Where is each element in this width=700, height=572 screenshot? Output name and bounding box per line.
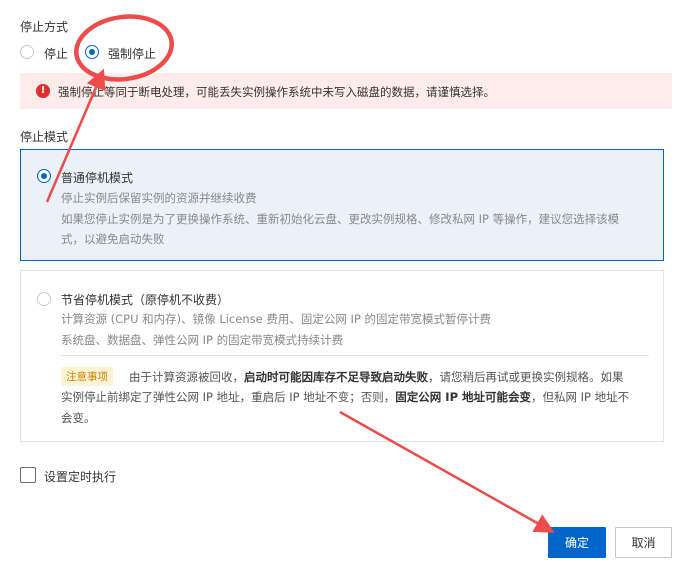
cancel-button[interactable]: 取消 [615, 527, 672, 558]
radio-normal-mode[interactable] [37, 169, 51, 183]
notice-badge: 注意事项 [61, 367, 113, 386]
radio-economy-mode[interactable] [37, 292, 51, 306]
error-icon: ! [36, 84, 50, 98]
normal-mode-advice-line1: 如果您停止实例是为了更换操作系统、重新初始化云盘、更改实例规格、修改私网 IP … [61, 212, 620, 226]
radio-force-stop[interactable] [85, 45, 99, 59]
card-divider [61, 355, 649, 356]
normal-mode-title: 普通停机模式 [61, 171, 134, 185]
confirm-button[interactable]: 确定 [548, 527, 606, 558]
economy-mode-desc-line1: 计算资源 (CPU 和内存)、镜像 License 费用、固定公网 IP 的固定… [61, 312, 491, 326]
radio-stop-label[interactable]: 停止 [44, 45, 68, 62]
notice-line2: 实例停止前绑定了弹性公网 IP 地址，重启后 IP 地址不变；否则，固定公网 I… [61, 390, 630, 404]
economy-stop-mode-card[interactable]: 节省停机模式（原停机不收费） 计算资源 (CPU 和内存)、镜像 License… [20, 270, 664, 442]
notice-line1: 由于计算资源被回收，启动时可能因库存不足导致启动失败，请您稍后再试或更换实例规格… [129, 370, 624, 384]
radio-stop[interactable] [20, 45, 34, 59]
force-stop-warning: ! 强制停止等同于断电处理，可能丢失实例操作系统中未写入磁盘的数据，请谨慎选择。 [20, 73, 672, 109]
schedule-label[interactable]: 设置定时执行 [44, 468, 116, 485]
warning-text: 强制停止等同于断电处理，可能丢失实例操作系统中未写入磁盘的数据，请谨慎选择。 [58, 85, 495, 99]
normal-stop-mode-card[interactable]: 普通停机模式 停止实例后保留实例的资源并继续收费 如果您停止实例是为了更换操作系… [20, 149, 664, 261]
stop-mode-label: 停止模式 [20, 130, 69, 144]
radio-force-stop-label[interactable]: 强制停止 [108, 45, 156, 62]
economy-mode-desc-line2: 系统盘、数据盘、弹性公网 IP 的固定带宽模式持续计费 [61, 333, 344, 347]
notice-line3: 会变。 [61, 411, 96, 425]
schedule-checkbox[interactable] [20, 467, 36, 483]
economy-mode-title: 节省停机模式（原停机不收费） [61, 293, 230, 307]
normal-mode-desc: 停止实例后保留实例的资源并继续收费 [61, 191, 257, 205]
stop-method-label: 停止方式 [20, 20, 69, 34]
normal-mode-advice-line2: 式，以避免启动失败 [61, 232, 165, 246]
